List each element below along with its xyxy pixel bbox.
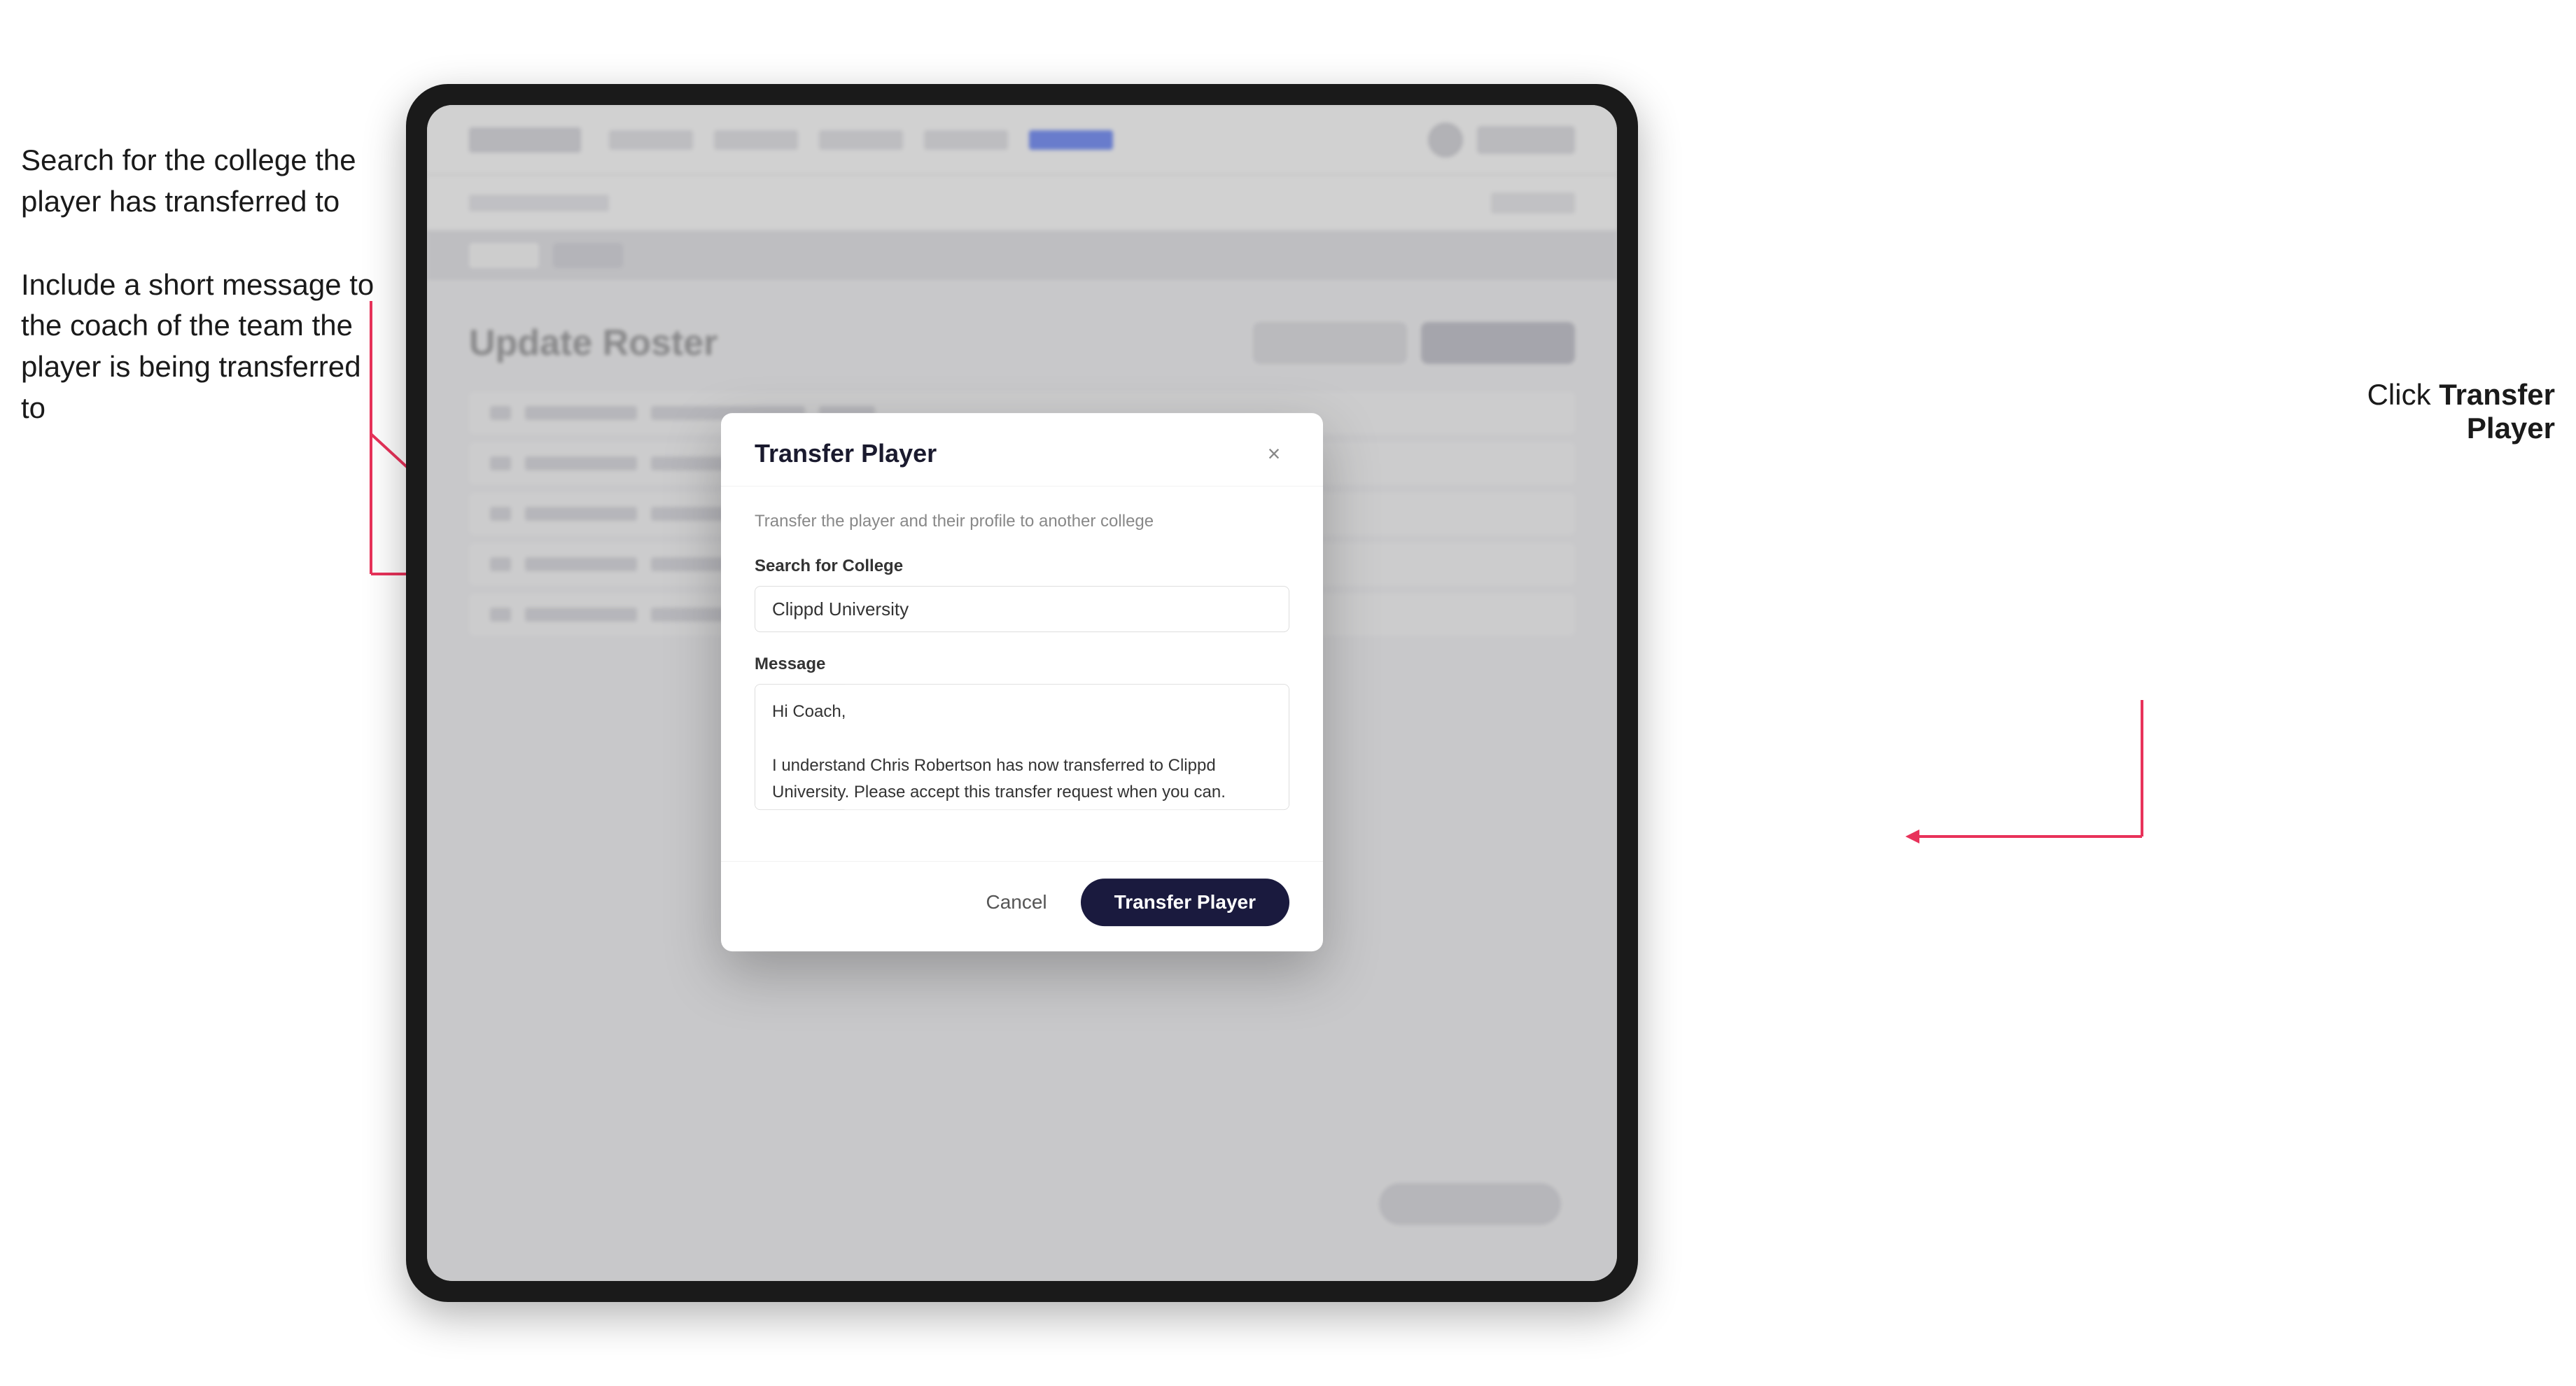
annotation-left: Search for the college the player has tr… — [21, 140, 385, 471]
modal-title: Transfer Player — [755, 439, 937, 468]
tablet-frame: Update Roster — [406, 84, 1638, 1302]
search-college-label: Search for College — [755, 556, 1289, 576]
annotation-search-text: Search for the college the player has tr… — [21, 140, 385, 223]
message-group: Message Hi Coach, I understand Chris Rob… — [755, 654, 1289, 813]
search-college-group: Search for College — [755, 556, 1289, 632]
modal-close-button[interactable]: × — [1259, 438, 1289, 469]
message-textarea[interactable]: Hi Coach, I understand Chris Robertson h… — [755, 684, 1289, 810]
annotation-message-text: Include a short message to the coach of … — [21, 265, 385, 429]
transfer-player-modal: Transfer Player × Transfer the player an… — [721, 413, 1323, 951]
search-college-input[interactable] — [755, 586, 1289, 632]
modal-subtitle: Transfer the player and their profile to… — [755, 512, 1289, 531]
tablet-screen: Update Roster — [427, 105, 1617, 1281]
modal-footer: Cancel Transfer Player — [721, 861, 1323, 951]
modal-body: Transfer the player and their profile to… — [721, 486, 1323, 861]
annotation-right: Click Transfer Player — [2275, 378, 2555, 445]
modal-header: Transfer Player × — [721, 413, 1323, 486]
message-label: Message — [755, 654, 1289, 674]
annotation-click-text: Click Transfer Player — [2275, 378, 2555, 445]
transfer-player-button[interactable]: Transfer Player — [1081, 878, 1289, 926]
cancel-button[interactable]: Cancel — [969, 883, 1063, 922]
